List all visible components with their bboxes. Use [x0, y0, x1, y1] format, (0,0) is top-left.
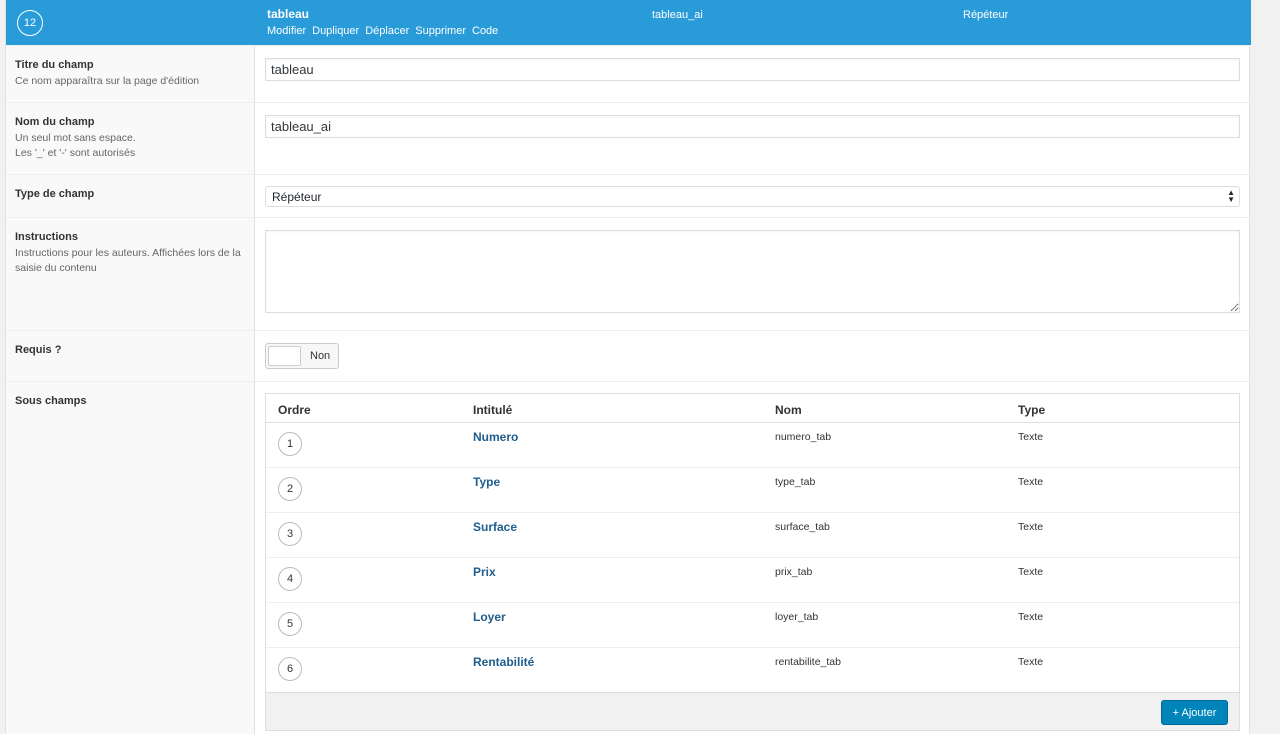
col-label-header: Intitulé [473, 403, 513, 417]
add-subfield-button[interactable]: + Ajouter [1161, 700, 1228, 725]
row-order-handle[interactable]: 4 [278, 567, 302, 591]
subfields-table: Ordre Intitulé Nom Type 1 Numero numero_… [265, 393, 1240, 731]
row-field-type: Type de champ Répéteur ▲ ▼ [6, 174, 1251, 217]
subfield-type: Texte [1018, 431, 1044, 443]
field-type-selected: Répéteur [272, 190, 322, 204]
subfield-type: Texte [1018, 476, 1044, 488]
row-order-handle[interactable]: 5 [278, 612, 302, 636]
subfield-name: prix_tab [775, 566, 813, 578]
table-row[interactable]: 3 Surface surface_tab Texte [266, 513, 1239, 558]
subfield-type: Texte [1018, 611, 1044, 623]
table-row[interactable]: 2 Type type_tab Texte [266, 468, 1239, 513]
subfield-name: surface_tab [775, 521, 830, 533]
subfield-title-link[interactable]: Numero [473, 430, 518, 444]
required-toggle[interactable]: Non [265, 343, 339, 369]
row-order-handle[interactable]: 1 [278, 432, 302, 456]
table-row[interactable]: 1 Numero numero_tab Texte [266, 423, 1239, 468]
row-field-title: Titre du champ Ce nom apparaîtra sur la … [6, 45, 1251, 102]
row-order-handle[interactable]: 6 [278, 657, 302, 681]
subfield-type: Texte [1018, 566, 1044, 578]
row-label-col: Instructions Instructions pour les auteu… [6, 218, 255, 330]
toggle-knob[interactable] [268, 346, 301, 366]
subfields-label: Sous champs [15, 395, 87, 407]
row-label-col: Sous champs [6, 382, 255, 734]
row-order-handle[interactable]: 2 [278, 477, 302, 501]
subfield-name: numero_tab [775, 431, 832, 443]
subfield-name: type_tab [775, 476, 816, 488]
row-order-handle[interactable]: 3 [278, 522, 302, 546]
field-header[interactable]: 12 tableau Modifier Dupliquer Déplacer S… [6, 0, 1251, 45]
instructions-textarea[interactable] [265, 230, 1240, 313]
field-name-desc-2: Les '_' et '-' sont autorisés [15, 147, 136, 159]
row-required: Requis ? Non [6, 330, 1251, 381]
instructions-label: Instructions [15, 231, 78, 243]
field-name-label: Nom du champ [15, 116, 95, 128]
subfield-title-link[interactable]: Type [473, 475, 500, 489]
field-type-select[interactable]: Répéteur ▲ ▼ [265, 186, 1240, 207]
field-title-desc: Ce nom apparaîtra sur la page d'édition [15, 75, 200, 87]
subfield-type: Texte [1018, 656, 1044, 668]
field-order-badge: 12 [17, 10, 43, 36]
field-editor: 12 tableau Modifier Dupliquer Déplacer S… [5, 0, 1251, 734]
table-row[interactable]: 4 Prix prix_tab Texte [266, 558, 1239, 603]
field-actions: Modifier Dupliquer Déplacer Supprimer Co… [267, 25, 498, 37]
field-header-type: Répéteur [963, 9, 1009, 21]
row-field-name: Nom du champ Un seul mot sans espace. Le… [6, 102, 1251, 174]
select-arrows-icon: ▲ ▼ [1227, 188, 1235, 204]
table-row[interactable]: 6 Rentabilité rentabilite_tab Texte [266, 648, 1239, 693]
delete-link[interactable]: Supprimer [415, 25, 466, 37]
col-name-header: Nom [775, 403, 802, 417]
field-name-input[interactable] [265, 115, 1240, 138]
col-order-header: Ordre [278, 403, 311, 417]
field-title-label: Titre du champ [15, 59, 94, 71]
code-link[interactable]: Code [472, 25, 498, 37]
table-row[interactable]: 5 Loyer loyer_tab Texte [266, 603, 1239, 648]
subfield-type: Texte [1018, 521, 1044, 533]
field-header-title[interactable]: tableau [267, 7, 309, 21]
row-label-col: Requis ? [6, 331, 255, 381]
subfield-name: rentabilite_tab [775, 656, 841, 668]
field-name-desc-1: Un seul mot sans espace. [15, 132, 136, 144]
subfield-title-link[interactable]: Surface [473, 520, 517, 534]
field-title-input[interactable] [265, 58, 1240, 81]
field-type-label: Type de champ [15, 188, 95, 200]
subfield-title-link[interactable]: Prix [473, 565, 496, 579]
subfield-name: loyer_tab [775, 611, 819, 623]
subfields-table-header: Ordre Intitulé Nom Type [266, 394, 1239, 423]
duplicate-link[interactable]: Dupliquer [312, 25, 359, 37]
subfield-title-link[interactable]: Rentabilité [473, 655, 534, 669]
col-type-header: Type [1018, 403, 1046, 417]
move-link[interactable]: Déplacer [365, 25, 409, 37]
subfield-title-link[interactable]: Loyer [473, 610, 506, 624]
edit-link[interactable]: Modifier [267, 25, 306, 37]
required-label: Requis ? [15, 344, 62, 356]
row-label-col: Type de champ [6, 175, 255, 217]
row-instructions: Instructions Instructions pour les auteu… [6, 217, 1251, 330]
instructions-desc: Instructions pour les auteurs. Affichées… [15, 247, 241, 274]
field-header-name: tableau_ai [652, 9, 703, 21]
subfields-table-footer: + Ajouter [266, 692, 1239, 730]
row-label-col: Nom du champ Un seul mot sans espace. Le… [6, 103, 255, 174]
toggle-label: Non [310, 350, 331, 362]
row-label-col: Titre du champ Ce nom apparaîtra sur la … [6, 46, 255, 102]
